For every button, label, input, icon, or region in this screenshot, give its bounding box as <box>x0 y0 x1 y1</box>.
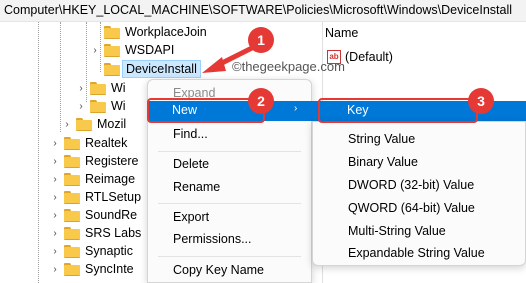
chevron-right-icon[interactable]: › <box>76 97 86 115</box>
folder-icon <box>64 262 80 276</box>
tree-item-syncinte[interactable]: › SyncInte <box>50 260 134 278</box>
tree-item-reimage[interactable]: › Reimage <box>50 170 135 188</box>
submenu-item-dword[interactable]: DWORD (32-bit) Value <box>313 174 525 196</box>
tree-item-srslabs[interactable]: › SRS Labs <box>50 224 141 242</box>
folder-icon <box>90 99 106 113</box>
submenu-item-string-value[interactable]: String Value <box>313 128 525 150</box>
menu-item-permissions[interactable]: Permissions... <box>148 228 311 250</box>
tree-item-workplacejoin[interactable]: WorkplaceJoin <box>104 23 207 41</box>
menu-item-label: Export <box>173 210 210 224</box>
menu-item-label: Copy Key Name <box>173 263 265 277</box>
menu-item-export[interactable]: Export <box>148 206 311 228</box>
folder-icon <box>104 62 120 76</box>
submenu-item-qword[interactable]: QWORD (64-bit) Value <box>313 197 525 219</box>
menu-item-label: Delete <box>173 157 210 171</box>
tree-item-rtlsetup[interactable]: › RTLSetup <box>50 188 141 206</box>
submenu-item-multi-string[interactable]: Multi-String Value <box>313 220 525 242</box>
tree-item-label: Wi <box>111 81 126 95</box>
tree-item-mozilla[interactable]: › Mozil <box>62 115 126 133</box>
tree-item-label: SRS Labs <box>85 226 142 240</box>
menu-item-label: Rename <box>173 180 221 194</box>
tree-item-deviceinstall[interactable]: DeviceInstall <box>104 60 201 78</box>
menu-item-label: Find... <box>173 127 208 141</box>
tree-item-label: SoundRe <box>85 208 138 222</box>
menu-item-copy-key-name[interactable]: Copy Key Name <box>148 259 311 281</box>
chevron-right-icon[interactable]: › <box>50 224 60 242</box>
column-header-name[interactable]: Name <box>325 26 358 40</box>
submenu-item-label: Expandable String Value <box>348 246 485 260</box>
chevron-right-icon[interactable]: › <box>50 170 60 188</box>
folder-icon <box>90 81 106 95</box>
address-bar[interactable]: Computer\HKEY_LOCAL_MACHINE\SOFTWARE\Pol… <box>0 0 526 22</box>
value-name: (Default) <box>345 50 393 64</box>
submenu-item-label: String Value <box>348 132 416 146</box>
menu-item-label: Permissions... <box>173 232 252 246</box>
tree-item-wsdapi[interactable]: › WSDAPI <box>90 41 174 59</box>
tree-item-soundre[interactable]: › SoundRe <box>50 206 137 224</box>
tree-item-synaptics[interactable]: › Synaptic <box>50 242 133 260</box>
folder-icon <box>64 154 80 168</box>
menu-item-delete[interactable]: Delete <box>148 153 311 175</box>
address-path: Computer\HKEY_LOCAL_MACHINE\SOFTWARE\Pol… <box>4 3 513 17</box>
folder-icon <box>104 43 120 57</box>
tree-item-label: SyncInte <box>85 262 134 276</box>
chevron-right-icon[interactable]: › <box>50 206 60 224</box>
annotation-box-key <box>318 98 478 123</box>
menu-item-find[interactable]: Find... <box>148 123 311 145</box>
folder-icon <box>64 244 80 258</box>
menu-separator <box>158 203 301 204</box>
chevron-right-icon[interactable]: › <box>50 134 60 152</box>
chevron-right-icon[interactable]: › <box>90 41 100 59</box>
menu-separator <box>158 256 301 257</box>
tree-item-label: RTLSetup <box>85 190 142 204</box>
submenu-item-expandable-string[interactable]: Expandable String Value <box>313 242 525 264</box>
chevron-right-icon[interactable]: › <box>62 115 72 133</box>
chevron-right-icon[interactable]: › <box>76 79 86 97</box>
tree-item-registered[interactable]: › Registere <box>50 152 139 170</box>
tree-item-label: Wi <box>111 99 126 113</box>
submenu-item-label: Multi-String Value <box>348 224 446 238</box>
tree-item-label: Synaptic <box>85 244 133 258</box>
folder-icon <box>104 25 120 39</box>
chevron-right-icon[interactable]: › <box>50 242 60 260</box>
folder-icon <box>64 208 80 222</box>
tree-item-label: Registere <box>85 154 139 168</box>
folder-icon <box>64 226 80 240</box>
tree-item-realtek[interactable]: › Realtek <box>50 134 127 152</box>
folder-icon <box>64 136 80 150</box>
tree-item-label: DeviceInstall <box>122 60 201 78</box>
folder-icon <box>64 190 80 204</box>
chevron-right-icon: › <box>294 103 298 114</box>
submenu-item-binary-value[interactable]: Binary Value <box>313 151 525 173</box>
submenu-item-label: DWORD (32-bit) Value <box>348 178 475 192</box>
menu-separator <box>158 151 301 152</box>
new-submenu: String Value Binary Value DWORD (32-bit)… <box>312 121 526 266</box>
chevron-right-icon[interactable]: › <box>50 260 60 278</box>
tree-item-wi-1[interactable]: › Wi <box>76 79 126 97</box>
step-badge-3: 3 <box>468 88 494 114</box>
chevron-right-icon[interactable]: › <box>50 152 60 170</box>
submenu-item-label: QWORD (64-bit) Value <box>348 201 475 215</box>
folder-icon <box>64 172 80 186</box>
step-badge-1: 1 <box>248 27 274 53</box>
tree-item-label: Mozil <box>97 117 127 131</box>
tree-item-label: Realtek <box>85 136 128 150</box>
submenu-item-label: Binary Value <box>348 155 418 169</box>
tree-item-label: Reimage <box>85 172 136 186</box>
step-badge-2: 2 <box>248 88 274 114</box>
tree-item-label: WSDAPI <box>125 43 175 57</box>
chevron-right-icon[interactable]: › <box>50 188 60 206</box>
folder-icon <box>76 117 92 131</box>
tree-item-wi-2[interactable]: › Wi <box>76 97 126 115</box>
menu-item-rename[interactable]: Rename <box>148 176 311 198</box>
tree-item-label: WorkplaceJoin <box>125 25 207 39</box>
